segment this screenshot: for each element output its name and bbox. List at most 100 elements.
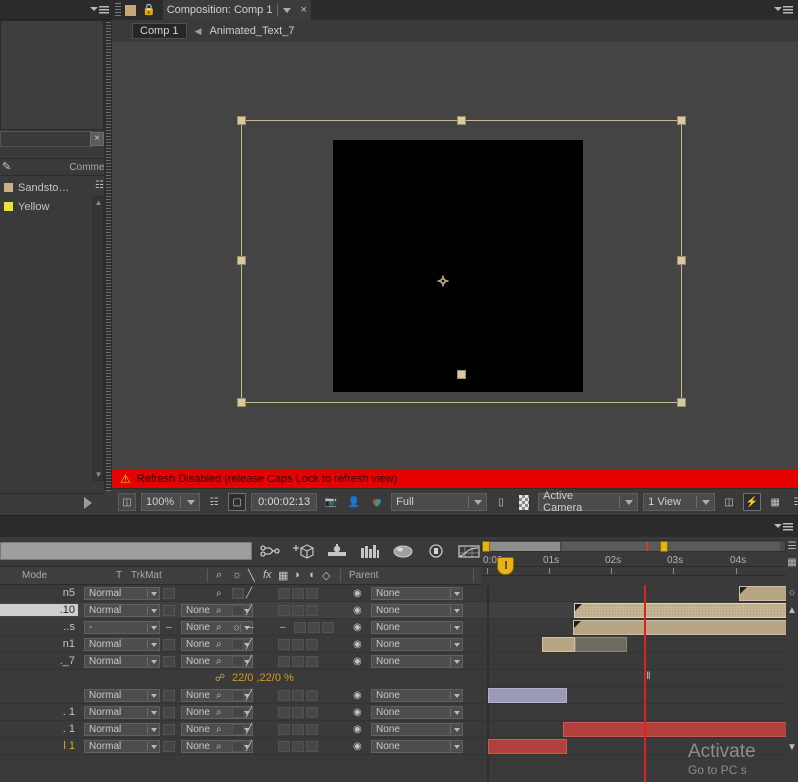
grid-guides-icon[interactable]: ☷ (205, 493, 223, 511)
chevron-down-icon[interactable] (454, 693, 460, 698)
flowchart-icon[interactable]: ☷ (789, 493, 798, 511)
chevron-down-icon[interactable] (151, 744, 157, 749)
region-box-icon[interactable]: ▯ (492, 493, 510, 511)
breadcrumb-arrow-icon[interactable]: ◀ (195, 26, 202, 37)
layer-switch-group[interactable] (278, 639, 318, 650)
tab-grip-icon[interactable] (115, 3, 121, 17)
timeline-search-input[interactable] (0, 542, 252, 560)
chevron-down-icon[interactable] (625, 499, 634, 505)
parent-pickwhip-icon[interactable]: ◉ (353, 707, 362, 718)
render-queue-icon[interactable]: ☰ (786, 541, 798, 552)
layer-mode-select[interactable]: - (84, 621, 160, 634)
layer-switch-group[interactable] (278, 741, 318, 752)
sun-switch-cell[interactable] (232, 605, 244, 616)
parent-pickwhip-icon[interactable]: ◉ (353, 741, 362, 752)
selection-handle-mr[interactable] (677, 256, 686, 265)
project-search-input[interactable] (0, 131, 92, 147)
chevron-down-icon[interactable] (151, 710, 157, 715)
layer-name[interactable]: . 1 (0, 723, 78, 735)
layer-t-toggle[interactable] (163, 690, 175, 701)
expand-arrow-icon[interactable] (84, 497, 92, 509)
person-icon[interactable]: 👤 (345, 493, 363, 511)
frame-blend-icon[interactable] (359, 541, 381, 561)
selection-handle-tr[interactable] (677, 116, 686, 125)
layer-t-toggle[interactable] (163, 707, 175, 718)
resolution-select[interactable]: Full (391, 493, 488, 511)
selection-handle-bc[interactable] (457, 370, 466, 379)
layer-mode-select[interactable]: Normal (84, 604, 160, 617)
layer-t-toggle[interactable] (163, 639, 175, 650)
parent-select[interactable]: None (371, 604, 463, 617)
current-time-indicator[interactable] (644, 585, 646, 782)
parent-select[interactable]: None (371, 621, 463, 634)
sun-switch-icon[interactable]: ☼ (232, 622, 241, 633)
layer-name[interactable]: n5 (0, 587, 78, 599)
quality-switch-icon[interactable]: ╲ (248, 569, 255, 582)
quality-switch-icon[interactable]: ╱ (246, 588, 252, 599)
anchor-switch-icon[interactable]: ⌕ (216, 569, 222, 582)
scroll-down-icon[interactable]: ▼ (94, 469, 103, 480)
composition-viewer[interactable] (112, 42, 798, 470)
frame-blend-icon[interactable]: ▦ (278, 569, 288, 582)
frame-blend-switch[interactable]: – (280, 622, 286, 633)
list-item[interactable]: Yellow (0, 197, 104, 216)
layer-bar[interactable] (488, 739, 567, 754)
column-header-t[interactable]: T (116, 570, 122, 581)
project-panel-menu-icon[interactable] (90, 3, 110, 17)
anchor-switch-icon[interactable]: ⌕ (216, 707, 222, 718)
chevron-down-icon[interactable] (151, 727, 157, 732)
chevron-down-icon[interactable] (474, 499, 483, 505)
layer-switch-group[interactable] (278, 588, 318, 599)
quality-switch-icon[interactable]: ╱ (246, 605, 252, 616)
motion-blur-icon[interactable] (326, 541, 348, 561)
layer-t-toggle[interactable] (163, 605, 175, 616)
layer-mode-select[interactable]: Normal (84, 655, 160, 668)
quality-switch-icon[interactable]: ╱ (246, 690, 252, 701)
layer-name[interactable]: .10 (0, 604, 78, 616)
column-header-parent[interactable]: Parent (349, 570, 378, 581)
anchor-switch-icon[interactable]: ⌕ (216, 656, 222, 667)
sun-switch-cell[interactable] (232, 724, 244, 735)
camera-icon[interactable]: 📷 (322, 493, 340, 511)
parent-pickwhip-icon[interactable]: ◉ (353, 605, 362, 616)
layer-t-toggle[interactable] (163, 588, 175, 599)
layer-mode-select[interactable]: Normal (84, 740, 160, 753)
anchor-switch-icon[interactable]: ⌕ (216, 741, 222, 752)
layer-bar[interactable] (488, 688, 567, 703)
list-item[interactable]: Sandsto… (0, 178, 104, 197)
chevron-down-icon[interactable] (283, 7, 292, 13)
parent-pickwhip-icon[interactable]: ◉ (353, 622, 362, 633)
sun-switch-cell[interactable] (232, 741, 244, 752)
panel-divider-grip[interactable] (104, 20, 112, 492)
parent-select[interactable]: None (371, 587, 463, 600)
lamp-icon[interactable]: ☼ (786, 587, 798, 598)
parent-pickwhip-icon[interactable]: ◉ (353, 724, 362, 735)
layer-switch-group[interactable] (278, 724, 318, 735)
layer-name[interactable]: l 1 (0, 740, 78, 752)
breadcrumb-comp[interactable]: Comp 1 (132, 23, 187, 39)
scroll-up-icon[interactable]: ▲ (94, 197, 103, 208)
layer-switch-group[interactable] (278, 707, 318, 718)
quality-switch-icon[interactable]: ╱ (246, 656, 252, 667)
parent-select[interactable]: None (371, 638, 463, 651)
selection-handle-tc[interactable] (457, 116, 466, 125)
column-header-mode[interactable]: Mode (22, 570, 47, 581)
sun-switch-icon[interactable]: ☼ (232, 569, 242, 581)
pixel-aspect-icon[interactable]: ◫ (720, 493, 738, 511)
lock-icon[interactable]: 🔒 (142, 4, 156, 16)
fx-switch-icon[interactable]: fx (263, 569, 272, 581)
layer-name[interactable]: . 1 (0, 706, 78, 718)
layer-switch-group[interactable] (294, 622, 334, 633)
timeline-icon[interactable]: ▦ (766, 493, 784, 511)
quality-switch-icon[interactable]: ╱ (246, 724, 252, 735)
selection-handle-br[interactable] (677, 398, 686, 407)
work-area-end-handle[interactable] (660, 541, 668, 552)
parent-pickwhip-icon[interactable]: ◉ (353, 690, 362, 701)
layer-t-toggle[interactable]: – (166, 622, 172, 633)
adjustment-layer-icon[interactable]: ◖ (308, 569, 315, 581)
views-select[interactable]: 1 View (643, 493, 716, 511)
camera-view-select[interactable]: Active Camera (538, 490, 639, 514)
chevron-down-icon[interactable] (151, 659, 157, 664)
sun-switch-cell[interactable] (232, 656, 244, 667)
chevron-down-icon[interactable] (151, 693, 157, 698)
